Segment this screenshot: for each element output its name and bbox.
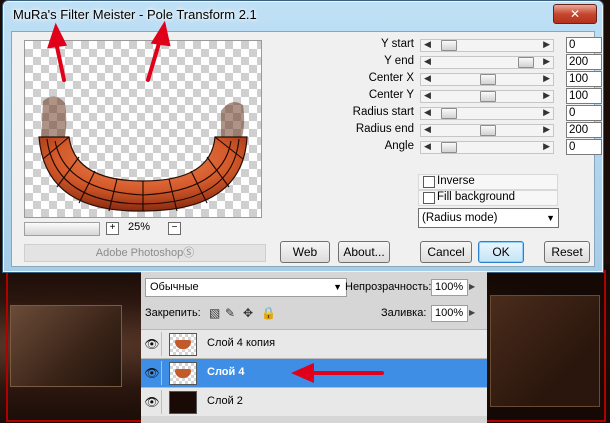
arrow-line (146, 38, 162, 82)
arrow-head (291, 362, 314, 384)
arrow-head (47, 22, 68, 49)
annotation-arrows (47, 20, 384, 384)
arrow-head (150, 20, 171, 47)
arrow-line (54, 40, 66, 82)
